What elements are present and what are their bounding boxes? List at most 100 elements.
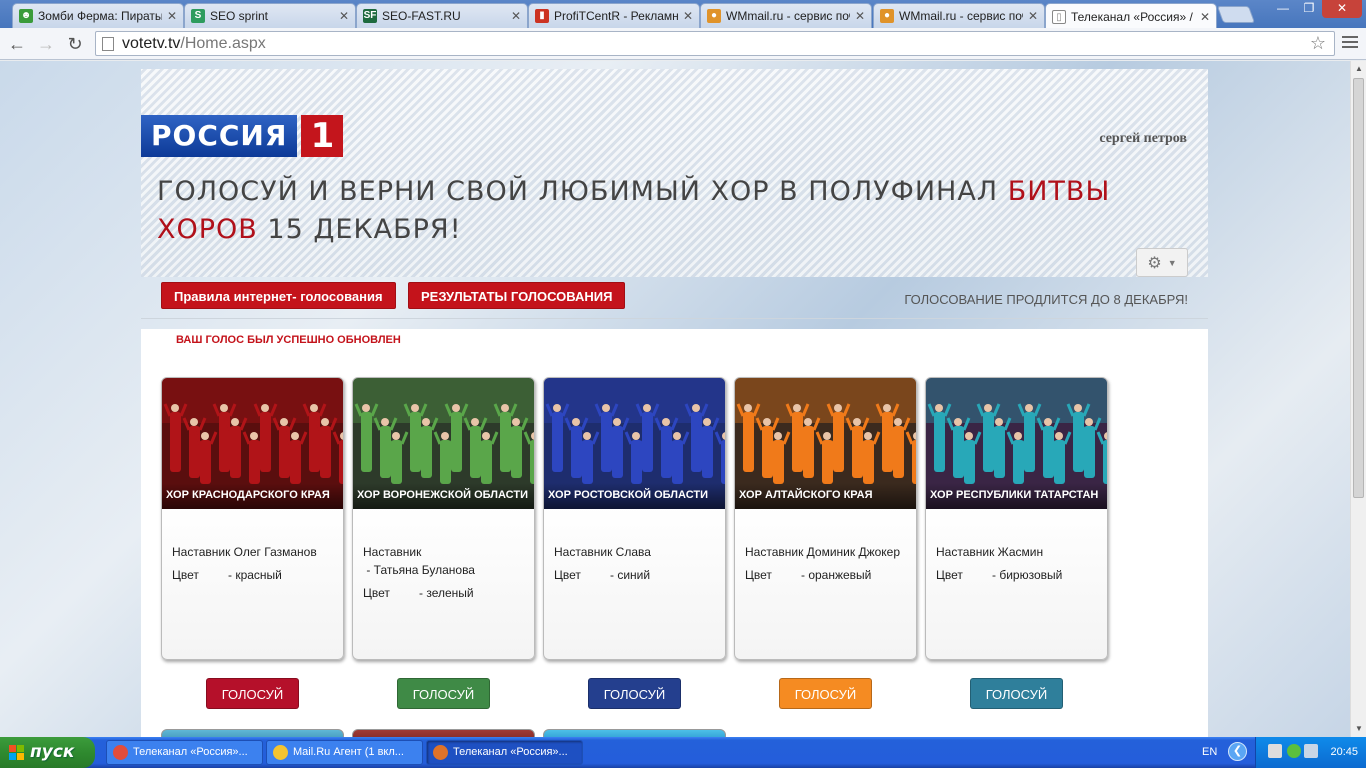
choir-photo: ХОР АЛТАЙСКОГО КРАЯ <box>735 378 916 509</box>
start-button[interactable]: пуск <box>0 737 95 768</box>
settings-dropdown[interactable]: ⚙ ▼ <box>1136 248 1188 277</box>
user-name[interactable]: сергей петров <box>1099 131 1187 147</box>
color-label: Цвет <box>554 568 581 582</box>
tab-title: ProfiTCentR - Рекламное <box>554 9 678 23</box>
tray-status-icon[interactable] <box>1287 744 1301 758</box>
taskbar-window-title: Телеканал «Россия»... <box>453 746 568 758</box>
windows-taskbar: пуск EN ❮ 20:45 Телеканал «Россия»... Mai… <box>0 737 1366 768</box>
tab-close-icon[interactable]: ✕ <box>1028 10 1038 22</box>
taskbar-window-title: Телеканал «Россия»... <box>133 746 248 758</box>
headline-date: 15 ДЕКАБРЯ! <box>257 214 462 245</box>
choir-name: ХОР РОСТОВСКОЙ ОБЛАСТИ <box>544 483 725 509</box>
reload-icon[interactable]: ↻ <box>63 32 87 56</box>
restore-button[interactable]: ❐ <box>1296 0 1322 18</box>
back-icon[interactable]: ← <box>5 32 29 56</box>
url-host: votetv.tv <box>122 34 181 52</box>
tab-close-icon[interactable]: ✕ <box>855 10 865 22</box>
voting-deadline: ГОЛОСОВАНИЕ ПРОДЛИТСЯ ДО 8 ДЕКАБРЯ! <box>904 292 1188 307</box>
bookmark-star-icon[interactable]: ☆ <box>1310 33 1326 54</box>
start-label: пуск <box>30 742 75 762</box>
color-label: Цвет <box>172 568 199 582</box>
taskbar-app-icon <box>433 745 448 760</box>
tab-title: Телеканал «Россия» / В <box>1071 9 1195 24</box>
choir-mentor: Наставник Доминик Джокер <box>745 545 901 559</box>
tab-close-icon[interactable]: ✕ <box>683 10 693 22</box>
tab-favicon-icon: SF <box>363 9 377 23</box>
browser-tab[interactable]: ● WMmail.ru - сервис почт ✕ <box>700 3 872 28</box>
tray-app-icon[interactable] <box>1268 744 1282 758</box>
forward-icon[interactable]: → <box>34 32 58 56</box>
next-card-preview <box>161 729 344 737</box>
taskbar-window-button[interactable]: Телеканал «Россия»... <box>426 740 583 765</box>
page-scrollbar[interactable]: ▲ ▼ <box>1350 61 1366 737</box>
page-header: РОССИЯ 1 сергей петров ГОЛОСУЙ И ВЕРНИ С… <box>141 69 1208 277</box>
language-indicator[interactable]: EN <box>1202 746 1217 758</box>
choir-mentor-name: - Татьяна Буланова <box>363 563 475 577</box>
taskbar-window-button[interactable]: Mail.Ru Агент (1 вкл... <box>266 740 423 765</box>
russia1-logo[interactable]: РОССИЯ 1 <box>141 115 344 157</box>
scroll-down-icon[interactable]: ▼ <box>1351 721 1366 737</box>
choir-info: Наставник Олег Газманов Цвет - красный <box>162 509 343 584</box>
color-value: - синий <box>610 568 651 582</box>
color-value: - зеленый <box>419 586 474 600</box>
choir-color-row: Цвет - синий <box>554 566 715 584</box>
logo-number: 1 <box>301 115 344 157</box>
choir-info: Наставник Жасмин Цвет - бирюзовый <box>926 509 1107 584</box>
color-value: - красный <box>228 568 282 582</box>
choir-name: ХОР ВОРОНЕЖСКОЙ ОБЛАСТИ <box>353 483 534 509</box>
vote-button[interactable]: ГОЛОСУЙ <box>779 678 872 709</box>
tab-close-icon[interactable]: ✕ <box>339 10 349 22</box>
choir-info: Наставник - Татьяна Буланова Цвет - зелены… <box>353 509 534 602</box>
clock[interactable]: 20:45 <box>1330 746 1358 758</box>
browser-tab-strip: — ❐ ✕ ☻ Зомби Ферма: Пираты 2 ✕ S SEO sprint… <box>0 0 1366 29</box>
choir-color-row: Цвет - красный <box>172 566 333 584</box>
choir-mentor: Наставник Олег Газманов <box>172 545 317 559</box>
windows-flag-icon <box>9 745 25 761</box>
browser-tab[interactable]: ▯ Телеканал «Россия» / В ✕ <box>1045 3 1217 29</box>
vote-button[interactable]: ГОЛОСУЙ <box>588 678 681 709</box>
browser-tab[interactable]: SF SEO-FAST.RU ✕ <box>356 3 528 28</box>
next-card-preview <box>543 729 726 737</box>
minimize-button[interactable]: — <box>1270 0 1296 18</box>
address-bar[interactable]: votetv.tv/Home.aspx ☆ <box>95 31 1335 56</box>
choir-photo: ХОР РОСТОВСКОЙ ОБЛАСТИ <box>544 378 725 509</box>
tab-favicon-icon: ☻ <box>19 9 33 23</box>
url-path: /Home.aspx <box>180 34 266 52</box>
choir-photo: ХОР РЕСПУБЛИКИ ТАТАРСТАН <box>926 378 1107 509</box>
voting-results-button[interactable]: РЕЗУЛЬТАТЫ ГОЛОСОВАНИЯ <box>408 282 626 309</box>
tray-expand-icon[interactable]: ❮ <box>1228 742 1247 761</box>
browser-tab[interactable]: ☻ Зомби Ферма: Пираты 2 ✕ <box>12 3 184 28</box>
tab-close-icon[interactable]: ✕ <box>511 10 521 22</box>
color-value: - бирюзовый <box>992 568 1063 582</box>
new-tab-button[interactable] <box>1216 6 1256 23</box>
tab-close-icon[interactable]: ✕ <box>167 10 177 22</box>
tab-favicon-icon: ● <box>707 9 721 23</box>
choir-card: ХОР АЛТАЙСКОГО КРАЯ Наставник Доминик Джо… <box>734 377 917 660</box>
page-headline: ГОЛОСУЙ И ВЕРНИ СВОЙ ЛЮБИМЫЙ ХОР В ПОЛУФ… <box>157 173 1187 249</box>
browser-tab[interactable]: ▮ ProfiTCentR - Рекламное ✕ <box>528 3 700 28</box>
browser-tab[interactable]: ● WMmail.ru - сервис почт ✕ <box>873 3 1045 28</box>
color-label: Цвет <box>363 586 390 600</box>
network-icon[interactable] <box>1304 744 1318 758</box>
tab-close-icon[interactable]: ✕ <box>1200 11 1210 23</box>
taskbar-window-button[interactable]: Телеканал «Россия»... <box>106 740 263 765</box>
choir-color-row: Цвет - бирюзовый <box>936 566 1097 584</box>
vote-button[interactable]: ГОЛОСУЙ <box>206 678 299 709</box>
voting-rules-button[interactable]: Правила интернет- голосования <box>161 282 396 309</box>
vote-button[interactable]: ГОЛОСУЙ <box>397 678 490 709</box>
tab-title: SEO sprint <box>210 9 269 23</box>
browser-toolbar: ← → ↻ votetv.tv/Home.aspx ☆ <box>0 28 1366 60</box>
choir-mentor: Наставник Жасмин <box>936 545 1044 559</box>
chrome-menu-icon[interactable] <box>1342 34 1358 50</box>
tab-title: SEO-FAST.RU <box>382 9 461 23</box>
vote-button[interactable]: ГОЛОСУЙ <box>970 678 1063 709</box>
taskbar-app-icon <box>273 745 288 760</box>
scroll-thumb[interactable] <box>1353 78 1364 498</box>
choir-photo: ХОР КРАСНОДАРСКОГО КРАЯ <box>162 378 343 509</box>
browser-tab[interactable]: S SEO sprint ✕ <box>184 3 356 28</box>
system-tray: 20:45 <box>1255 737 1366 768</box>
scroll-up-icon[interactable]: ▲ <box>1351 61 1366 77</box>
window-close-button[interactable]: ✕ <box>1322 0 1362 18</box>
color-label: Цвет <box>745 568 772 582</box>
headline-text: ГОЛОСУЙ И ВЕРНИ СВОЙ ЛЮБИМЫЙ ХОР В ПОЛУФ… <box>157 176 1008 207</box>
